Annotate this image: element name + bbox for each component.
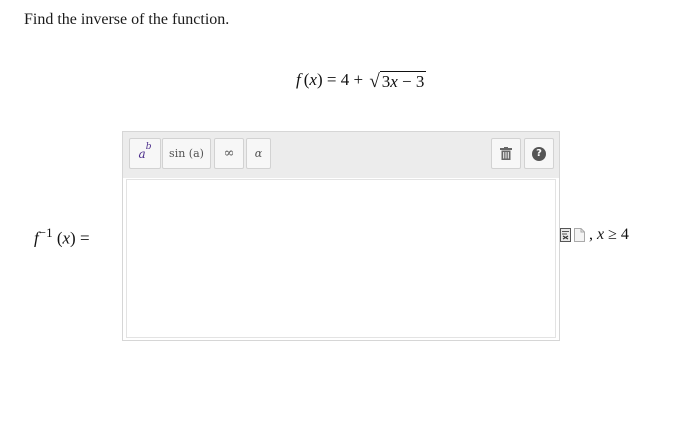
square-root: √ 3x − 3	[369, 71, 427, 92]
function-equation: f (x) = 4 + √ 3x − 3	[296, 70, 427, 92]
help-icon: ?	[532, 146, 546, 161]
radicand-coefficient: 3	[381, 72, 391, 91]
infinity-button[interactable]: ∞	[214, 138, 244, 169]
question-prompt: Find the inverse of the function.	[24, 11, 230, 28]
power-exponent: b	[145, 142, 152, 152]
greek-letters-button[interactable]: α	[246, 138, 271, 169]
radicand: 3x − 3	[379, 71, 427, 91]
domain-restriction: , x ≥ 4	[560, 226, 629, 244]
function-palette-button[interactable]: sin (a)	[162, 138, 211, 169]
radicand-var: x	[390, 72, 398, 91]
power-base: a	[138, 147, 146, 161]
trash-icon	[500, 147, 512, 160]
answer-input[interactable]	[126, 179, 556, 338]
answer-label: f−1 (x) =	[34, 225, 90, 249]
editor-toolbar: ab sin (a) ∞ α ?	[123, 132, 559, 178]
help-button[interactable]: ?	[524, 138, 554, 169]
inverse-exponent: −1	[38, 225, 53, 240]
page-button[interactable]	[574, 228, 585, 242]
radical-sign: √	[369, 71, 380, 92]
function-name: f	[296, 70, 301, 89]
preview-button[interactable]	[560, 228, 571, 242]
clear-button[interactable]	[491, 138, 521, 169]
equation-equals-term: = 4 +	[322, 70, 368, 89]
domain-separator: ,	[589, 226, 593, 243]
power-template-button[interactable]: ab	[129, 138, 161, 169]
power-template-icon: ab	[138, 142, 152, 161]
answer-lparen: (	[52, 228, 63, 248]
preview-document-icon	[560, 228, 571, 242]
answer-equals: =	[75, 228, 90, 248]
domain-relation: ≥ 4	[604, 226, 629, 243]
equation-var: x	[309, 70, 317, 89]
domain-condition: , x ≥ 4	[589, 226, 629, 244]
radicand-constant: − 3	[397, 72, 425, 91]
page-icon	[574, 228, 585, 242]
answer-var: x	[62, 228, 71, 248]
math-editor: ab sin (a) ∞ α ?	[122, 131, 560, 341]
